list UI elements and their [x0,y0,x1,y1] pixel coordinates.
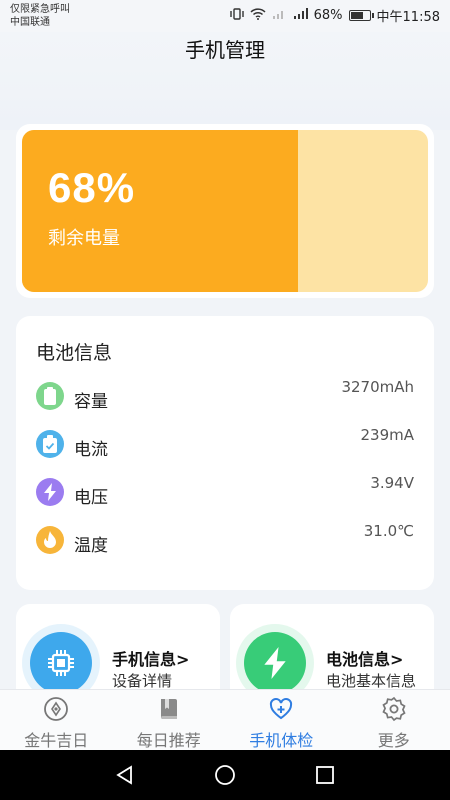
capacity-value: 3270mAh [341,378,414,396]
gear-icon [381,696,407,722]
signal-4g-icon [292,8,308,23]
battery-level-card: 68% 剩余电量 [16,124,434,298]
battery-remaining-label: 剩余电量 [48,228,120,249]
temperature-value: 31.0℃ [363,522,414,540]
info-row-current: 电流 239mA [16,426,434,466]
compass-icon [43,696,69,722]
recents-icon[interactable] [314,764,336,786]
tab-more[interactable]: 更多 [338,690,450,750]
battery-status-icon [348,10,374,21]
battery-percent-text: 68% [313,8,343,23]
vibrate-icon [229,8,244,23]
battery-info-shortcut-title: 电池信息> [326,650,404,669]
battery-percent: 68% [48,164,136,211]
wifi-icon [250,8,266,23]
tab-lucky-day[interactable]: 金牛吉日 [0,690,113,750]
chip-icon [30,632,92,694]
info-row-voltage: 电压 3.94V [16,474,434,514]
page-title: 手机管理 [185,38,265,62]
back-icon[interactable] [114,764,136,786]
info-row-capacity: 容量 3270mAh [16,378,434,418]
carrier-info: 仅限紧急呼叫 中国联通 [10,3,70,29]
tab-phone-checkup[interactable]: 手机体检 [225,690,338,750]
status-indicators: 68% 中午11:58 [229,6,440,25]
bottom-tab-bar: 金牛吉日 每日推荐 手机体检 更多 [0,689,450,750]
tab-phone-checkup-label: 手机体检 [249,731,314,750]
carrier-name: 中国联通 [10,17,50,28]
system-nav-bar [0,750,450,800]
home-icon[interactable] [214,764,236,786]
battery-level-bar: 68% 剩余电量 [22,130,428,292]
status-bar: 仅限紧急呼叫 中国联通 68% 中午11:58 [0,0,450,32]
signal-icon [272,8,286,23]
tab-daily-recommend[interactable]: 每日推荐 [113,690,226,750]
phone-info-subtitle: 设备详情 [112,672,173,690]
tab-more-label: 更多 [377,731,410,750]
battery-info-card: 电池信息 容量 3270mAh 电流 239mA 电压 3.94V 温度 31.… [16,316,434,590]
voltage-label: 电压 [74,488,108,508]
lightning-icon [244,632,306,694]
current-label: 电流 [74,440,108,460]
book-icon [156,696,182,722]
tab-daily-recommend-label: 每日推荐 [136,731,201,750]
heart-plus-icon [268,696,294,722]
clock: 中午11:58 [376,10,440,25]
current-value: 239mA [360,426,414,444]
tab-lucky-day-label: 金牛吉日 [24,731,89,750]
battery-info-shortcut-subtitle: 电池基本信息 [326,672,417,690]
flame-icon [36,526,64,554]
battery-info-title: 电池信息 [36,342,113,364]
voltage-value: 3.94V [370,474,414,492]
emergency-text: 仅限紧急呼叫 [10,4,70,15]
info-row-temperature: 温度 31.0℃ [16,522,434,562]
temperature-label: 温度 [74,536,108,556]
phone-info-title: 手机信息> [112,650,190,669]
lightning-icon [36,478,64,506]
capacity-label: 容量 [74,392,108,412]
clipboard-icon [36,430,64,458]
battery-icon [36,382,64,410]
